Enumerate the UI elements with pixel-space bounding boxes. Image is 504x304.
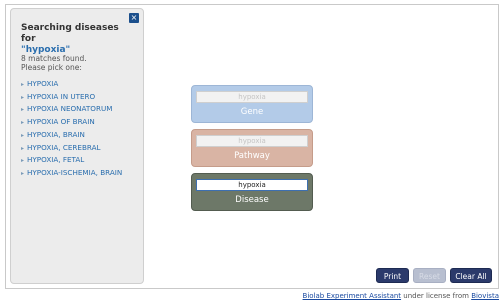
pathway-input[interactable] — [196, 135, 308, 147]
matches-count: 8 matches found. — [21, 54, 87, 63]
license-text: under license from — [401, 292, 472, 300]
bullet-icon: ▸ — [21, 157, 25, 165]
bullet-icon: ▸ — [21, 119, 25, 127]
search-heading: Searching diseases for "hypoxia" — [21, 23, 131, 56]
list-item[interactable]: ▸ HYPOXIA, BRAIN — [21, 129, 122, 142]
print-button[interactable]: Print — [376, 268, 409, 283]
biolab-link[interactable]: Biolab Experiment Assistant — [303, 292, 402, 300]
matches-info: 8 matches found. Please pick one: — [21, 54, 87, 72]
list-item[interactable]: ▸ HYPOXIA-ISCHEMIA, BRAIN — [21, 167, 122, 180]
disease-search-panel: × Searching diseases for "hypoxia" 8 mat… — [10, 8, 144, 284]
bullet-icon: ▸ — [21, 131, 25, 139]
clear-all-button[interactable]: Clear All — [450, 268, 492, 283]
list-item[interactable]: ▸ HYPOXIA, CEREBRAL — [21, 142, 122, 155]
list-item[interactable]: ▸ HYPOXIA, FETAL — [21, 154, 122, 167]
close-icon[interactable]: × — [129, 13, 139, 23]
bullet-icon: ▸ — [21, 81, 25, 88]
pathway-label: Pathway — [234, 151, 270, 161]
pick-prompt: Please pick one: — [21, 63, 82, 72]
list-item[interactable]: ▸ HYPOXIA NEONATORUM — [21, 103, 122, 116]
disease-card: Disease — [191, 173, 313, 211]
list-item-label: HYPOXIA NEONATORUM — [27, 104, 113, 114]
list-item-label: HYPOXIA IN UTERO — [27, 91, 96, 101]
bullet-icon: ▸ — [21, 144, 25, 152]
list-item[interactable]: ▸ HYPOXIA OF BRAIN — [21, 116, 122, 129]
gene-label: Gene — [240, 107, 264, 117]
list-item-label: HYPOXIA — [27, 79, 59, 88]
disease-input[interactable] — [196, 179, 308, 191]
bullet-icon: ▸ — [21, 169, 25, 177]
list-item[interactable]: ▸ HYPOXIA IN UTERO — [21, 91, 122, 104]
disease-label: Disease — [235, 195, 269, 205]
gene-card: Gene — [191, 85, 313, 123]
footer-license: Biolab Experiment Assistant under licens… — [303, 292, 499, 300]
bullet-icon: ▸ — [21, 106, 25, 114]
list-item[interactable]: ▸ HYPOXIA — [21, 78, 122, 91]
reset-button[interactable]: Reset — [413, 268, 446, 283]
list-item-label: HYPOXIA, FETAL — [27, 155, 85, 165]
gene-input[interactable] — [196, 91, 308, 103]
search-heading-label: Searching diseases for — [21, 23, 119, 44]
biovista-link[interactable]: Biovista — [471, 292, 499, 300]
list-item-label: HYPOXIA OF BRAIN — [27, 117, 95, 127]
list-item-label: HYPOXIA-ISCHEMIA, BRAIN — [27, 167, 123, 177]
disease-match-list: ▸ HYPOXIA ▸ HYPOXIA IN UTERO ▸ HYPOXIA NEON… — [21, 78, 122, 180]
bullet-icon: ▸ — [21, 93, 25, 101]
list-item-label: HYPOXIA, CEREBRAL — [27, 142, 101, 152]
pathway-card: Pathway — [191, 129, 313, 167]
list-item-label: HYPOXIA, BRAIN — [27, 129, 85, 139]
